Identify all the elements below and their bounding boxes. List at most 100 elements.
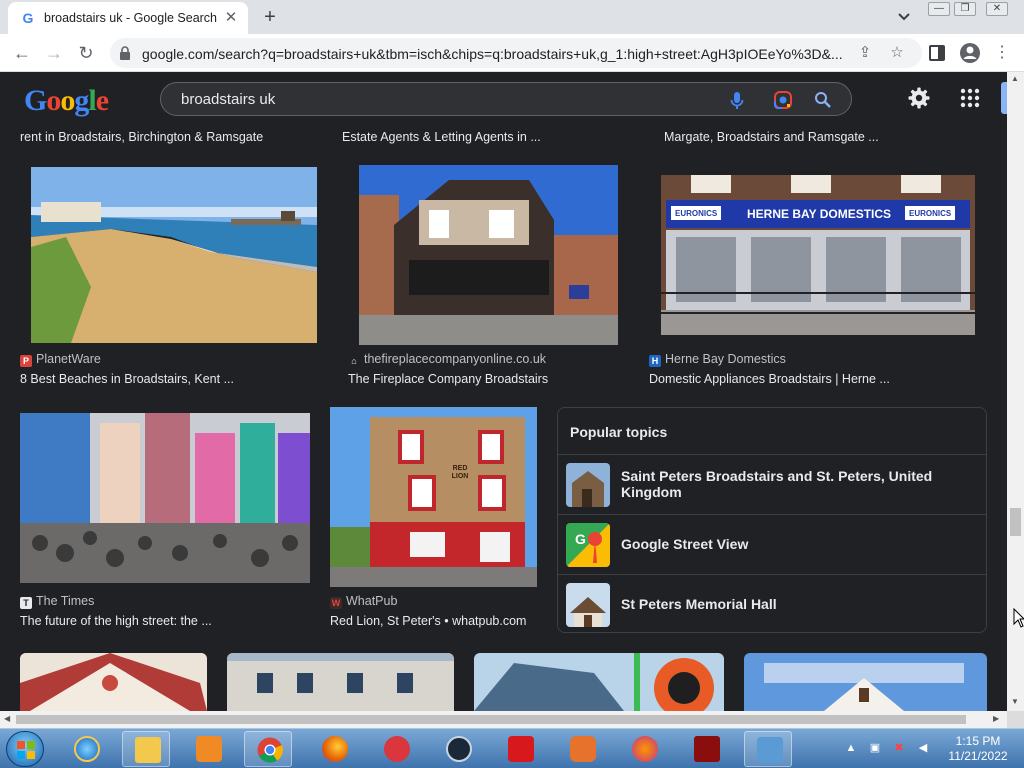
result-title[interactable]: rent in Broadstairs, Birchington & Ramsg…: [20, 130, 263, 144]
minimize-window-button[interactable]: —: [928, 2, 950, 16]
tab-title: broadstairs uk - Google Search: [44, 11, 218, 25]
result-image[interactable]: [20, 653, 207, 711]
herne-bay-domestics-image[interactable]: HERNE BAY DOMESTICS EURONICS EURONICS: [661, 175, 975, 335]
result-source[interactable]: T The Times: [20, 594, 94, 609]
network-icon[interactable]: ▣: [868, 741, 882, 755]
search-box[interactable]: broadstairs uk: [160, 82, 852, 116]
close-window-button[interactable]: ✕: [986, 2, 1008, 16]
steam-taskbar-icon[interactable]: [434, 731, 482, 767]
topic-name: Saint Peters Broadstairs and St. Peters,…: [621, 468, 933, 500]
topic-google-street-view[interactable]: G Google Street View: [558, 514, 986, 574]
result-title[interactable]: Margate, Broadstairs and Ramsgate ...: [664, 130, 879, 144]
lens-search-icon[interactable]: [772, 89, 794, 111]
topic-name: Google Street View: [621, 536, 749, 552]
brand-sign-left: EURONICS: [675, 209, 718, 218]
result-image[interactable]: [474, 653, 724, 711]
flash-taskbar-icon[interactable]: [682, 731, 730, 767]
new-tab-button[interactable]: +: [259, 6, 281, 28]
page-viewport: Google broadstairs uk rent in Broadstair…: [0, 72, 1007, 711]
internet-explorer-taskbar-icon[interactable]: [62, 731, 110, 767]
acrobat-taskbar-icon[interactable]: [496, 731, 544, 767]
scroll-right-arrow-icon[interactable]: ▶: [993, 714, 999, 723]
url-text[interactable]: google.com/search?q=broadstairs+uk&tbm=i…: [142, 46, 852, 62]
scroll-down-arrow-icon[interactable]: ▼: [1011, 697, 1019, 706]
result-source[interactable]: W WhatPub: [330, 594, 397, 609]
browser-toolbar: ← → ↻ google.com/search?q=broadstairs+uk…: [0, 34, 1024, 72]
scroll-up-arrow-icon[interactable]: ▲: [1011, 74, 1019, 83]
restore-window-button[interactable]: ❐: [954, 2, 976, 16]
vertical-scroll-thumb[interactable]: [1010, 508, 1021, 536]
address-bar[interactable]: google.com/search?q=broadstairs+uk&tbm=i…: [110, 38, 922, 68]
whatpub-favicon-icon: W: [330, 597, 342, 609]
result-image[interactable]: [227, 653, 454, 711]
tab-google-search[interactable]: G broadstairs uk - Google Search ✕: [8, 2, 248, 34]
topic-st-peters-memorial-hall[interactable]: St Peters Memorial Hall: [558, 574, 986, 634]
popular-topics-card: Popular topics Saint Peters Broadstairs …: [557, 407, 987, 633]
ccleaner-taskbar-icon[interactable]: [372, 731, 420, 767]
clock-time: 1:15 PM: [955, 734, 1001, 748]
result-title[interactable]: Domestic Appliances Broadstairs | Herne …: [649, 372, 890, 386]
popular-topics-title: Popular topics: [570, 424, 668, 440]
the-times-favicon-icon: T: [20, 597, 32, 609]
close-tab-icon[interactable]: ✕: [222, 9, 240, 27]
chrome-taskbar-icon[interactable]: [244, 731, 292, 767]
search-icon[interactable]: [812, 89, 834, 111]
show-hidden-icons-icon[interactable]: ▲: [844, 741, 858, 755]
start-button-icon[interactable]: [6, 731, 44, 767]
horizontal-scroll-thumb[interactable]: [16, 715, 966, 724]
horizontal-scrollbar[interactable]: ◀ ▶: [0, 711, 1007, 728]
lock-icon[interactable]: [118, 45, 132, 61]
action-center-icon[interactable]: ✖: [892, 741, 906, 755]
settings-gear-icon[interactable]: [907, 86, 931, 110]
result-title[interactable]: The future of the high street: the ...: [20, 614, 212, 628]
result-title[interactable]: Estate Agents & Letting Agents in ...: [342, 130, 541, 144]
firefox-alt-taskbar-icon[interactable]: [620, 731, 668, 767]
back-button[interactable]: ←: [10, 41, 34, 65]
street-view-icon: G: [566, 523, 610, 567]
forward-button[interactable]: →: [42, 41, 66, 65]
brand-sign-right: EURONICS: [909, 209, 952, 218]
planetware-favicon-icon: P: [20, 355, 32, 367]
google-header: Google broadstairs uk: [0, 72, 1007, 124]
topic-thumbnail: [566, 583, 610, 627]
windows-taskbar: ▲ ▣ ✖ ◀ 1:15 PM 11/21/2022: [0, 728, 1024, 768]
file-explorer-taskbar-icon[interactable]: [122, 731, 170, 767]
result-source[interactable]: ⌂ thefireplacecompanyonline.co.uk: [348, 352, 546, 367]
share-icon[interactable]: ⇪: [856, 44, 874, 62]
result-title[interactable]: The Fireplace Company Broadstairs: [348, 372, 548, 386]
red-lion-pub-image[interactable]: RED LION: [330, 407, 537, 587]
search-input[interactable]: broadstairs uk: [181, 91, 275, 108]
browser-menu-icon[interactable]: ⋮: [990, 41, 1014, 65]
voice-search-icon[interactable]: [726, 89, 748, 111]
pub-sign-text: RED LION: [451, 465, 469, 480]
result-title[interactable]: Red Lion, St Peter's • whatpub.com: [330, 614, 526, 628]
home-favicon-icon: ⌂: [351, 356, 357, 366]
scroll-left-arrow-icon[interactable]: ◀: [4, 714, 10, 723]
tab-search-chevron-icon[interactable]: [894, 8, 914, 26]
google-favicon-icon: G: [22, 10, 34, 26]
result-source[interactable]: P PlanetWare: [20, 352, 101, 367]
reload-button[interactable]: ↻: [74, 41, 98, 65]
volume-icon[interactable]: ◀: [916, 741, 930, 755]
tab-strip: G broadstairs uk - Google Search ✕ + — ❐…: [0, 0, 1024, 34]
google-logo[interactable]: Google: [24, 84, 109, 118]
clock[interactable]: 1:15 PM 11/21/2022: [940, 734, 1016, 764]
topic-saint-peters[interactable]: Saint Peters Broadstairs and St. Peters,…: [558, 454, 986, 514]
bookmark-star-icon[interactable]: ☆: [888, 44, 906, 62]
beach-image[interactable]: [31, 167, 317, 343]
result-source[interactable]: H Herne Bay Domestics: [649, 352, 786, 367]
result-image[interactable]: [744, 653, 987, 711]
high-street-crowd-image[interactable]: [20, 413, 310, 583]
control-panel-taskbar-icon[interactable]: [744, 731, 792, 767]
herne-bay-favicon-icon: H: [649, 355, 661, 367]
media-player-taskbar-icon[interactable]: [184, 731, 232, 767]
app-taskbar-icon[interactable]: [558, 731, 606, 767]
fireplace-shop-image[interactable]: [359, 165, 618, 345]
shop-sign-text: HERNE BAY DOMESTICS: [747, 207, 892, 221]
result-title[interactable]: 8 Best Beaches in Broadstairs, Kent ...: [20, 372, 234, 386]
google-apps-grid-icon[interactable]: [958, 86, 982, 110]
profile-avatar-icon[interactable]: [959, 42, 981, 64]
side-panel-icon[interactable]: [928, 44, 946, 62]
system-tray: ▲ ▣ ✖ ◀ 1:15 PM 11/21/2022: [840, 729, 1024, 768]
firefox-taskbar-icon[interactable]: [310, 731, 358, 767]
